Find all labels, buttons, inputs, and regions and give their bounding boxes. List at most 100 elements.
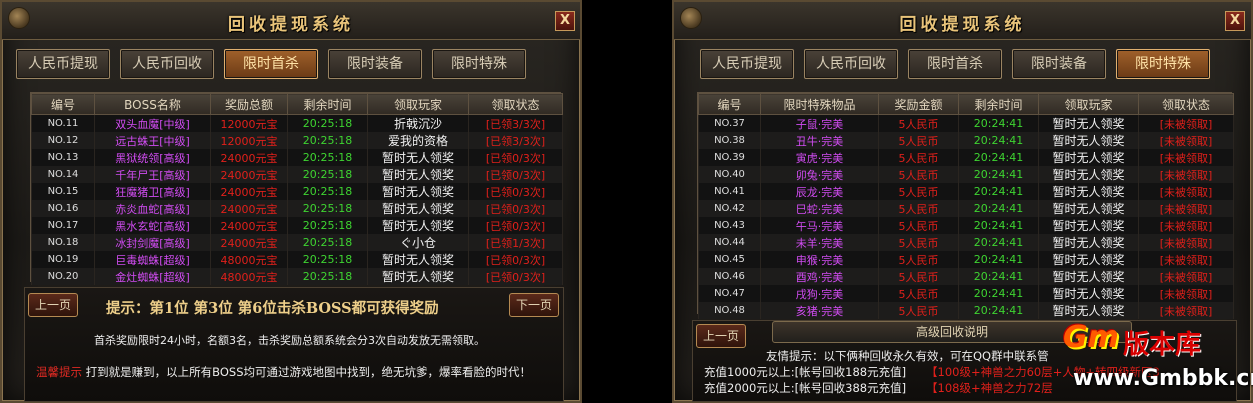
claim-status: [未被领取] — [1138, 285, 1234, 302]
item-name: 狂魔猪卫[高级] — [94, 183, 211, 200]
table-row[interactable]: NO.41 辰龙·完美 5人民币 20:24:41 暂时无人领奖 [未被领取] — [698, 183, 1234, 200]
row-number: NO.44 — [698, 234, 761, 251]
reward-amount: 24000元宝 — [210, 234, 288, 251]
row-number: NO.41 — [698, 183, 761, 200]
reward-amount: 5人民币 — [878, 268, 959, 285]
table-row[interactable]: NO.15 狂魔猪卫[高级] 24000元宝 20:25:18 暂时无人领奖 [已领0/3… — [31, 183, 563, 200]
table-row[interactable]: NO.13 黑狱统领[高级] 24000元宝 20:25:18 暂时无人领奖 [已领0/3… — [31, 149, 563, 166]
item-name: 卯兔·完美 — [760, 166, 879, 183]
item-name: 亥猪·完美 — [760, 302, 879, 319]
claim-status: [未被领取] — [1138, 251, 1234, 268]
reward-amount: 5人民币 — [878, 114, 959, 132]
row-number: NO.47 — [698, 285, 761, 302]
table-row[interactable]: NO.45 申猴·完美 5人民币 20:24:41 暂时无人领奖 [未被领取] — [698, 251, 1234, 268]
window-title: 回收提现系统 — [899, 15, 1026, 35]
column-header: BOSS名称 — [94, 93, 211, 115]
item-name: 双头血魔[中级] — [94, 114, 211, 132]
reward-amount: 5人民币 — [878, 149, 959, 166]
table-row[interactable]: NO.40 卯兔·完美 5人民币 20:24:41 暂时无人领奖 [未被领取] — [698, 166, 1234, 183]
table-row[interactable]: NO.48 亥猪·完美 5人民币 20:24:41 暂时无人领奖 [未被领取] — [698, 302, 1234, 319]
item-name: 金灶蜘蛛[超级] — [94, 268, 211, 285]
tab-bar: 人民币提现 人民币回收 限时首杀 限时装备 限时特殊 — [700, 49, 1210, 79]
claim-player: 暂时无人领奖 — [1038, 251, 1139, 268]
item-name: 赤炎血蛇[高级] — [94, 200, 211, 217]
claim-status: [未被领取] — [1138, 234, 1234, 251]
table-row[interactable]: NO.47 戌狗·完美 5人民币 20:24:41 暂时无人领奖 [未被领取] — [698, 285, 1234, 302]
tab-1[interactable]: 人民币提现 — [16, 49, 110, 79]
reward-amount: 48000元宝 — [210, 268, 288, 285]
item-name: 巳蛇·完美 — [760, 200, 879, 217]
table-row[interactable]: NO.39 寅虎·完美 5人民币 20:24:41 暂时无人领奖 [未被领取] — [698, 149, 1234, 166]
reward-amount: 24000元宝 — [210, 149, 288, 166]
title-bar: 回收提现系统 X — [674, 2, 1251, 40]
column-header: 剩余时间 — [287, 93, 368, 115]
table-row[interactable]: NO.18 冰封剑魔[高级] 24000元宝 20:25:18 ぐ小仓 [已领1/3次] — [31, 234, 563, 251]
row-number: NO.42 — [698, 200, 761, 217]
tab-2[interactable]: 人民币回收 — [804, 49, 898, 79]
item-name: 千年尸王[高级] — [94, 166, 211, 183]
tab-5[interactable]: 限时特殊 — [432, 49, 526, 79]
friendly-tip: 友情提示：以下俩种回收永久有效，可在QQ群中联系管 — [766, 349, 1049, 363]
table-row[interactable]: NO.19 巨毒蜘蛛[超级] 48000元宝 20:25:18 暂时无人领奖 [已领0/3… — [31, 251, 563, 268]
table-row[interactable]: NO.16 赤炎血蛇[高级] 24000元宝 20:25:18 暂时无人领奖 [已领0/3… — [31, 200, 563, 217]
claim-player: 暂时无人领奖 — [367, 217, 469, 234]
tab-5[interactable]: 限时特殊 — [1116, 49, 1210, 79]
time-remaining: 20:24:41 — [958, 200, 1039, 217]
time-remaining: 20:24:41 — [958, 132, 1039, 149]
table-row[interactable]: NO.37 子鼠·完美 5人民币 20:24:41 暂时无人领奖 [未被领取] — [698, 114, 1234, 132]
claim-status: [未被领取] — [1138, 183, 1234, 200]
table-row[interactable]: NO.42 巳蛇·完美 5人民币 20:24:41 暂时无人领奖 [未被领取] — [698, 200, 1234, 217]
table-row[interactable]: NO.44 未羊·完美 5人民币 20:24:41 暂时无人领奖 [未被领取] — [698, 234, 1234, 251]
tab-4[interactable]: 限时装备 — [1012, 49, 1106, 79]
claim-status: [已领3/3次] — [468, 132, 563, 149]
time-remaining: 20:25:18 — [287, 166, 368, 183]
claim-status: [未被领取] — [1138, 114, 1234, 132]
time-remaining: 20:25:18 — [287, 149, 368, 166]
claim-status: [未被领取] — [1138, 166, 1234, 183]
table-row[interactable]: NO.17 黑水玄蛇[高级] 24000元宝 20:25:18 暂时无人领奖 [已领0/3… — [31, 217, 563, 234]
table-row[interactable]: NO.12 远古蛛王[中级] 12000元宝 20:25:18 爱我的资格 [已领3/3次… — [31, 132, 563, 149]
reward-amount: 5人民币 — [878, 183, 959, 200]
time-remaining: 20:24:41 — [958, 149, 1039, 166]
table-row[interactable]: NO.46 酉鸡·完美 5人民币 20:24:41 暂时无人领奖 [未被领取] — [698, 268, 1234, 285]
tab-2[interactable]: 人民币回收 — [120, 49, 214, 79]
column-header: 领取玩家 — [367, 93, 469, 115]
row-number: NO.11 — [31, 114, 95, 132]
tab-3[interactable]: 限时首杀 — [908, 49, 1002, 79]
time-remaining: 20:25:18 — [287, 217, 368, 234]
reward-amount: 5人民币 — [878, 132, 959, 149]
claim-player: 暂时无人领奖 — [1038, 217, 1139, 234]
tab-3[interactable]: 限时首杀 — [224, 49, 318, 79]
reward-amount: 24000元宝 — [210, 183, 288, 200]
row-number: NO.12 — [31, 132, 95, 149]
close-button[interactable]: X — [555, 11, 575, 31]
time-remaining: 20:24:41 — [958, 217, 1039, 234]
recharge-2000-reward: 【108级+神兽之力72层 — [926, 381, 1053, 395]
column-header: 限时特殊物品 — [760, 93, 879, 115]
claim-status: [未被领取] — [1138, 132, 1234, 149]
row-number: NO.15 — [31, 183, 95, 200]
claim-player: ぐ小仓 — [367, 234, 469, 251]
close-button[interactable]: X — [1225, 11, 1245, 31]
claim-player: 暂时无人领奖 — [1038, 149, 1139, 166]
reward-amount: 5人民币 — [878, 234, 959, 251]
column-header: 领取状态 — [468, 93, 563, 115]
claim-status: [已领0/3次] — [468, 166, 563, 183]
prev-page-button[interactable]: 上一页 — [696, 324, 746, 348]
column-header: 领取玩家 — [1038, 93, 1139, 115]
claim-player: 暂时无人领奖 — [367, 183, 469, 200]
table-row[interactable]: NO.43 午马·完美 5人民币 20:24:41 暂时无人领奖 [未被领取] — [698, 217, 1234, 234]
table-row[interactable]: NO.14 千年尸王[高级] 24000元宝 20:25:18 暂时无人领奖 [已领0/3… — [31, 166, 563, 183]
tab-4[interactable]: 限时装备 — [328, 49, 422, 79]
table-row[interactable]: NO.20 金灶蜘蛛[超级] 48000元宝 20:25:18 暂时无人领奖 [已领0/3… — [31, 268, 563, 285]
tab-1[interactable]: 人民币提现 — [700, 49, 794, 79]
next-page-button[interactable]: 下一页 — [509, 293, 559, 317]
reward-amount: 5人民币 — [878, 251, 959, 268]
item-name: 辰龙·完美 — [760, 183, 879, 200]
warm-tip: 温馨提示 打到就是赚到，以上所有BOSS均可通过游戏地图中找到，绝无坑爹，爆率看… — [36, 364, 531, 380]
table-row[interactable]: NO.11 双头血魔[中级] 12000元宝 20:25:18 折戟沉沙 [已领3/3次] — [31, 114, 563, 132]
prev-page-button[interactable]: 上一页 — [28, 293, 78, 317]
recharge-2000-label: 充值2000元以上:[帐号回收388元充值] — [704, 381, 907, 395]
table-row[interactable]: NO.38 丑牛·完美 5人民币 20:24:41 暂时无人领奖 [未被领取] — [698, 132, 1234, 149]
time-remaining: 20:24:41 — [958, 251, 1039, 268]
